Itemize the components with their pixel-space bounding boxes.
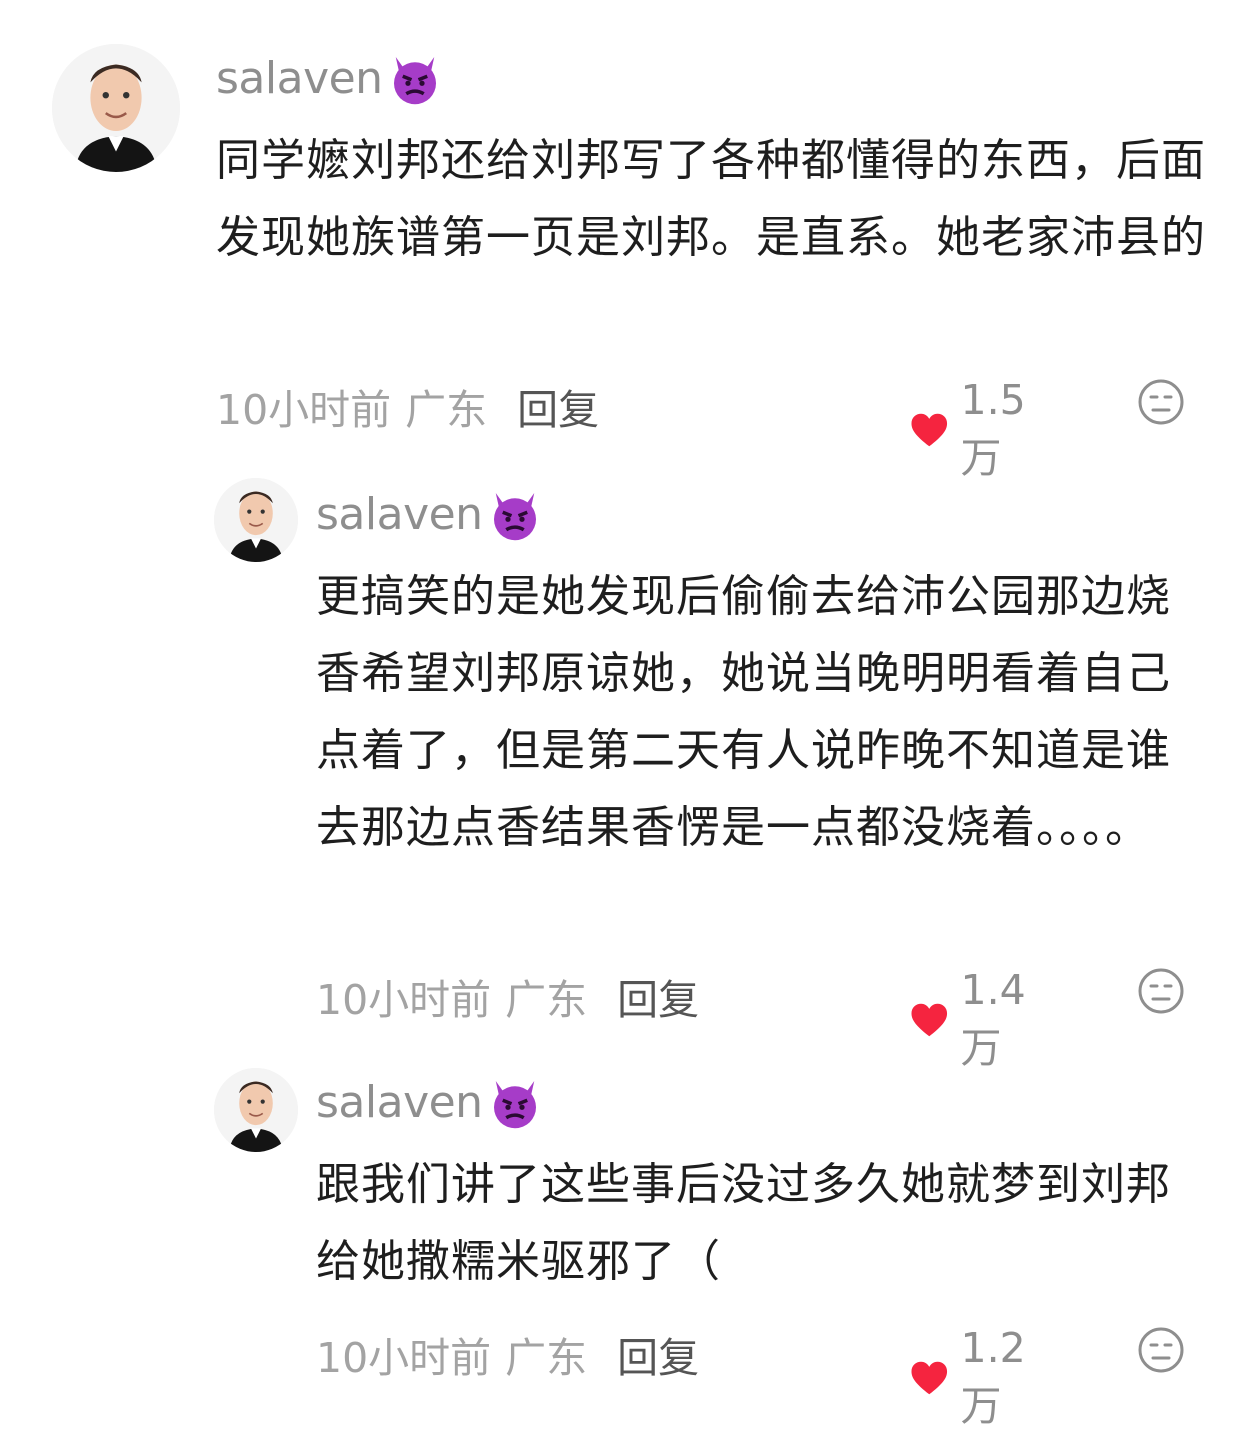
dislike-face-icon[interactable] bbox=[1137, 378, 1185, 426]
username-text[interactable]: salaven bbox=[316, 489, 483, 540]
comment-meta: 10小时前 广东 回复 bbox=[216, 376, 599, 436]
username[interactable]: salaven bbox=[216, 50, 443, 106]
comment-text: 同学嬷刘邦还给刘邦写了各种都懂得的东西，后面发现她族谱第一页是刘邦。是直系。她老… bbox=[216, 135, 1206, 263]
username-text[interactable]: salaven bbox=[316, 1077, 483, 1128]
devil-face-icon bbox=[487, 486, 543, 542]
devil-face-icon bbox=[387, 50, 443, 106]
reply-button[interactable]: 回复 bbox=[617, 1324, 699, 1384]
location: 广东 bbox=[405, 386, 488, 434]
avatar-image-icon bbox=[52, 44, 180, 172]
dislike-face-icon[interactable] bbox=[1137, 1326, 1185, 1374]
username[interactable]: salaven bbox=[316, 486, 543, 542]
like-count: 1.2万 bbox=[960, 1324, 1026, 1430]
avatar[interactable] bbox=[214, 1068, 298, 1152]
location: 广东 bbox=[505, 1334, 588, 1382]
avatar-image-icon bbox=[214, 478, 298, 562]
timestamp: 10小时前 bbox=[316, 976, 492, 1024]
timestamp: 10小时前 bbox=[316, 1334, 492, 1382]
username-text[interactable]: salaven bbox=[216, 53, 383, 104]
heart-icon bbox=[910, 996, 949, 1044]
reply-button[interactable]: 回复 bbox=[617, 966, 699, 1026]
avatar[interactable] bbox=[52, 44, 180, 172]
timestamp: 10小时前 bbox=[216, 386, 392, 434]
heart-icon bbox=[910, 406, 949, 454]
avatar-image-icon bbox=[214, 1068, 298, 1152]
comment-meta: 10小时前 广东 回复 bbox=[316, 966, 699, 1026]
dislike-face-icon[interactable] bbox=[1137, 967, 1185, 1015]
like-count: 1.5万 bbox=[960, 376, 1026, 482]
devil-face-icon bbox=[487, 1074, 543, 1130]
heart-icon bbox=[910, 1354, 949, 1402]
username[interactable]: salaven bbox=[316, 1074, 543, 1130]
comment-meta: 10小时前 广东 回复 bbox=[316, 1324, 699, 1384]
comment-text: 更搞笑的是她发现后偷偷去给沛公园那边烧香希望刘邦原谅她，她说当晚明明看着自己点着… bbox=[316, 571, 1171, 853]
like-button[interactable]: 1.5万 bbox=[910, 376, 1039, 484]
like-count: 1.4万 bbox=[960, 966, 1026, 1072]
location: 广东 bbox=[505, 976, 588, 1024]
comment-text: 跟我们讲了这些事后没过多久她就梦到刘邦给她撒糯米驱邪了（ bbox=[316, 1159, 1171, 1287]
like-button[interactable]: 1.4万 bbox=[910, 966, 1039, 1074]
reply-button[interactable]: 回复 bbox=[517, 376, 599, 436]
like-button[interactable]: 1.2万 bbox=[910, 1324, 1039, 1432]
avatar[interactable] bbox=[214, 478, 298, 562]
